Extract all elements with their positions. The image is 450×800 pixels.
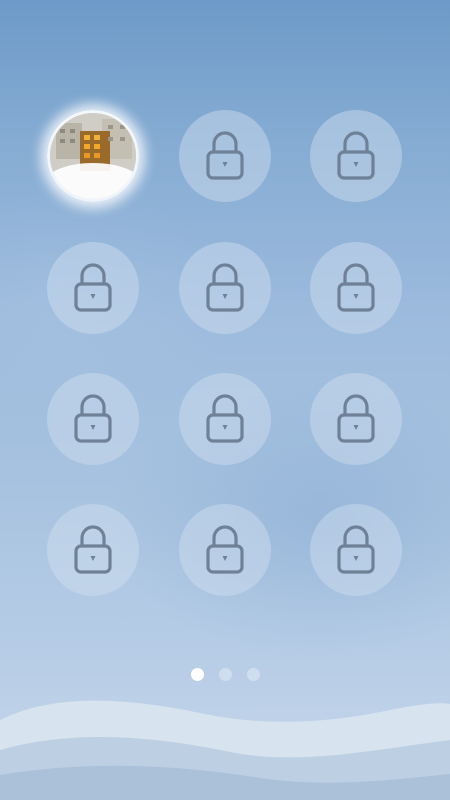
padlock-icon <box>74 394 112 443</box>
padlock-icon <box>337 394 375 443</box>
padlock-icon <box>206 131 244 180</box>
padlock-icon <box>74 263 112 312</box>
padlock-icon <box>337 525 375 574</box>
lock-tile[interactable] <box>179 242 271 334</box>
lock-tile[interactable] <box>179 504 271 596</box>
lock-tile[interactable] <box>310 110 402 202</box>
lock-grid <box>0 0 450 640</box>
padlock-icon <box>337 131 375 180</box>
lock-tile[interactable] <box>310 242 402 334</box>
padlock-icon <box>74 525 112 574</box>
lock-tile[interactable] <box>310 504 402 596</box>
lock-tile[interactable] <box>310 373 402 465</box>
padlock-icon <box>206 263 244 312</box>
lock-tile[interactable] <box>47 373 139 465</box>
lock-tile[interactable] <box>179 373 271 465</box>
lock-tile[interactable] <box>47 242 139 334</box>
lock-tile[interactable] <box>47 504 139 596</box>
photo-thumbnail <box>50 113 136 199</box>
lock-screen: { "grid": { "tiles": [ {"type": "photo",… <box>0 0 450 800</box>
padlock-icon <box>206 394 244 443</box>
padlock-icon <box>206 525 244 574</box>
photo-tile[interactable] <box>47 110 139 202</box>
lock-tile[interactable] <box>179 110 271 202</box>
hills-backdrop <box>0 700 450 800</box>
padlock-icon <box>337 263 375 312</box>
building-photo-icon <box>50 113 136 199</box>
